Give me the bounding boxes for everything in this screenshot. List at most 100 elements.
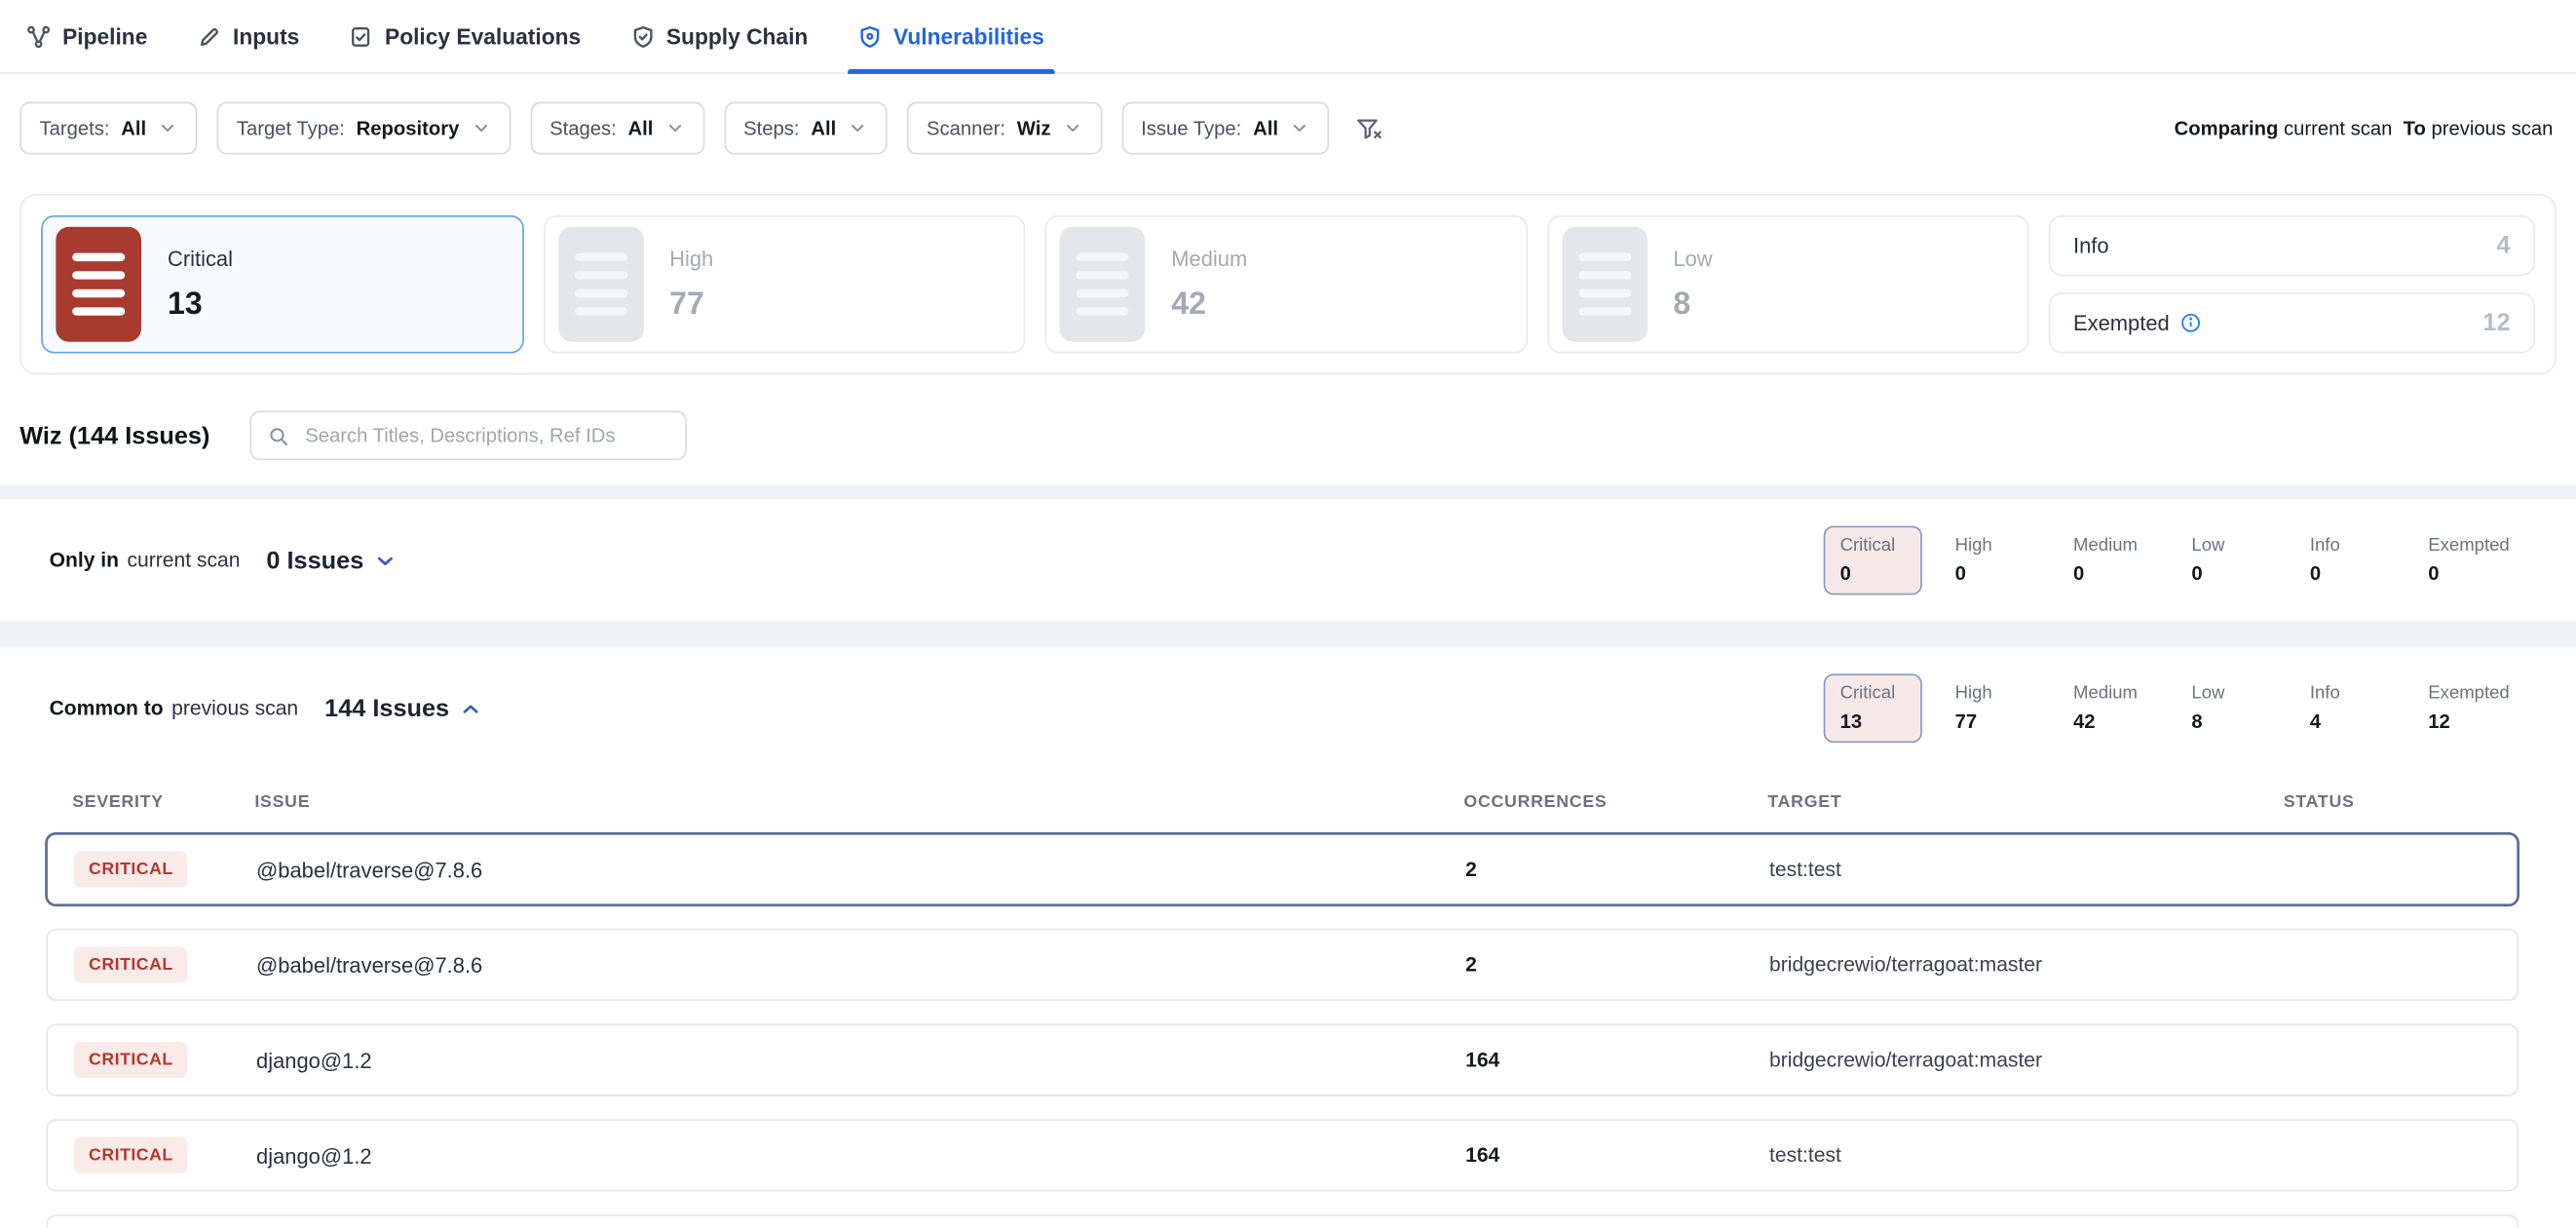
exempted-card-label: Exempted	[2073, 311, 2170, 335]
group-issues-toggle[interactable]: 144 Issues	[324, 694, 482, 722]
info-card-count: 4	[2496, 232, 2510, 260]
count-high[interactable]: High 77	[1955, 683, 2041, 733]
severity-card-count: 42	[1171, 287, 1247, 323]
search-input[interactable]	[302, 422, 668, 448]
table-row[interactable]: CRITICAL django@1.2 164 test:test	[46, 1119, 2519, 1191]
exempted-card-count: 12	[2482, 309, 2510, 337]
target-cell: bridgecrewio/terragoat:master	[1769, 953, 2285, 977]
pipeline-icon	[26, 23, 51, 48]
filter-scanner[interactable]: Scanner:Wiz	[907, 102, 1102, 155]
count-exempted[interactable]: Exempted 12	[2428, 683, 2514, 733]
col-header-status: STATUS	[2284, 792, 2519, 812]
table-row[interactable]: CRITICAL @babel/traverse@7.8.6 2 bridgec…	[46, 929, 2519, 1001]
comparing-current: current scan	[2284, 117, 2392, 140]
search-box	[249, 411, 687, 461]
filter-target-type[interactable]: Target Type: Repository	[217, 102, 511, 155]
filter-issue-type[interactable]: Issue Type:All	[1121, 102, 1329, 155]
count-info[interactable]: Info 0	[2310, 536, 2396, 586]
filter-value: All	[811, 117, 836, 140]
group-severity-counts: Critical 0 High 0 Medium 0 Low 0 Info 0 …	[1824, 526, 2514, 595]
filter-stages[interactable]: Stages:All	[530, 102, 704, 155]
tab-label: Inputs	[233, 23, 299, 48]
count-low[interactable]: Low 8	[2191, 683, 2277, 733]
severity-badge: CRITICAL	[74, 851, 188, 887]
tab-label: Pipeline	[62, 23, 147, 48]
group-issues-toggle[interactable]: 0 Issues	[266, 547, 397, 575]
col-header-target: TARGET	[1767, 792, 2283, 812]
severity-card-count: 77	[669, 287, 713, 323]
tab-supply-chain[interactable]: Supply Chain	[630, 0, 809, 72]
filter-label: Steps:	[743, 117, 799, 140]
count-high[interactable]: High 0	[1955, 536, 2041, 586]
count-medium[interactable]: Medium 0	[2073, 536, 2159, 586]
filter-label: Target Type:	[237, 117, 345, 140]
filter-value: All	[1253, 117, 1278, 140]
inputs-icon	[197, 23, 221, 48]
tab-vulnerabilities[interactable]: Vulnerabilities	[857, 0, 1044, 72]
target-cell: test:test	[1769, 858, 2285, 881]
tab-inputs[interactable]: Inputs	[197, 0, 299, 72]
issue-cell: @babel/traverse@7.8.6	[256, 952, 1465, 977]
exempted-card[interactable]: Exempted 12	[2049, 292, 2535, 353]
severity-badge: CRITICAL	[74, 1137, 188, 1173]
count-critical[interactable]: Critical 0	[1824, 526, 1922, 595]
count-exempted[interactable]: Exempted 0	[2428, 536, 2514, 586]
count-critical[interactable]: Critical 13	[1824, 673, 1922, 743]
info-card-label: Info	[2073, 233, 2109, 257]
target-cell: bridgecrewio/terragoat:master	[1769, 1049, 2285, 1072]
info-card[interactable]: Info 4	[2049, 215, 2535, 276]
filter-targets[interactable]: Targets:All	[19, 102, 197, 155]
filter-label: Scanner:	[927, 117, 1005, 140]
side-cards: Info 4 Exempted 12	[2049, 215, 2535, 354]
comparing-label: Comparing current scan To previous scan	[2175, 117, 2554, 140]
filter-value: All	[121, 117, 146, 140]
severity-card-label: High	[669, 246, 713, 270]
policy-evaluations-icon	[349, 23, 373, 48]
table-row[interactable]: CRITICAL @babel/traverse@7.8.6 2 test:te…	[46, 833, 2519, 905]
issues-table: SEVERITY ISSUE OCCURRENCES TARGET STATUS…	[0, 769, 2576, 1191]
issue-cell: @babel/traverse@7.8.6	[256, 857, 1465, 881]
clear-filters-icon[interactable]	[1355, 114, 1383, 142]
target-cell: test:test	[1769, 1144, 2285, 1168]
chevron-down-icon	[1290, 118, 1309, 137]
severity-card-medium[interactable]: Medium 42	[1044, 215, 1527, 354]
high-list-icon	[557, 227, 643, 342]
chevron-down-icon	[1062, 118, 1081, 137]
page: Pipeline Inputs Policy Evaluations Suppl…	[0, 0, 2576, 1228]
severity-card-count: 13	[168, 287, 233, 323]
info-icon[interactable]	[2179, 312, 2201, 333]
count-low[interactable]: Low 0	[2191, 536, 2277, 586]
tab-policy-evaluations[interactable]: Policy Evaluations	[349, 0, 581, 72]
chevron-up-icon	[461, 698, 482, 719]
tab-label: Vulnerabilities	[893, 23, 1044, 48]
severity-card-label: Medium	[1171, 246, 1247, 270]
filter-value: Repository	[357, 117, 460, 140]
group-scope: current scan	[127, 549, 240, 572]
scanner-title: Wiz (144 Issues)	[19, 422, 209, 450]
table-row-partial[interactable]	[46, 1214, 2519, 1227]
table-row[interactable]: CRITICAL django@1.2 164 bridgecrewio/ter…	[46, 1024, 2519, 1096]
count-info[interactable]: Info 4	[2310, 683, 2396, 733]
filter-steps[interactable]: Steps: All	[724, 102, 888, 155]
comparing-lead: Comparing	[2175, 117, 2279, 140]
count-medium[interactable]: Medium 42	[2073, 683, 2159, 733]
section-divider	[0, 621, 2576, 647]
group-prefix: Common to	[50, 697, 164, 720]
chevron-down-icon	[471, 118, 490, 137]
critical-list-icon	[56, 227, 141, 342]
low-list-icon	[1562, 227, 1648, 342]
tab-pipeline[interactable]: Pipeline	[26, 0, 147, 72]
group-prefix: Only in	[50, 549, 119, 572]
severity-card-high[interactable]: High 77	[543, 215, 1025, 354]
table-header-row: SEVERITY ISSUE OCCURRENCES TARGET STATUS	[46, 773, 2519, 833]
severity-card-critical[interactable]: Critical 13	[41, 215, 523, 354]
filter-value: All	[628, 117, 654, 140]
severity-badge: CRITICAL	[74, 946, 188, 982]
group-issues-count: 0 Issues	[266, 547, 363, 575]
chevron-down-icon	[375, 550, 397, 571]
group-common-previous: Common to previous scan 144 Issues Criti…	[0, 647, 2576, 769]
severity-badge: CRITICAL	[74, 1042, 188, 1078]
severity-card-label: Low	[1673, 246, 1712, 270]
severity-card-low[interactable]: Low 8	[1547, 215, 2029, 354]
supply-chain-icon	[630, 23, 655, 48]
